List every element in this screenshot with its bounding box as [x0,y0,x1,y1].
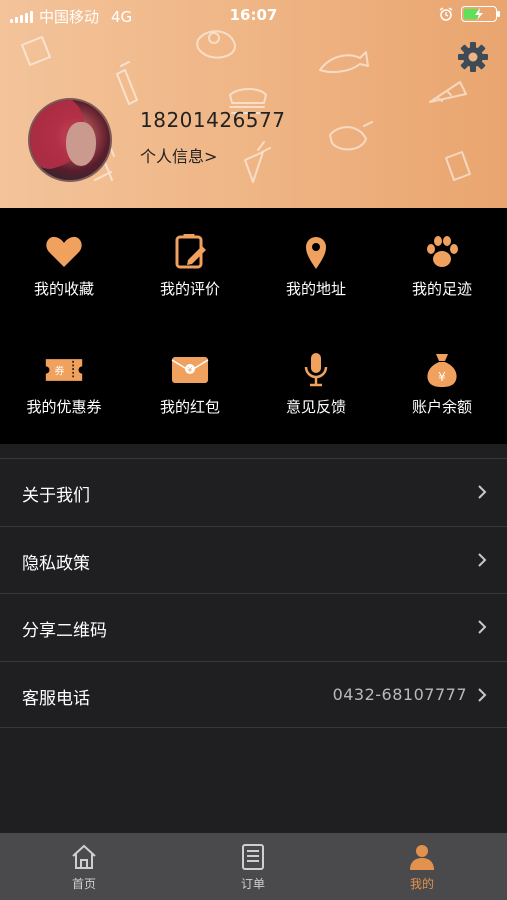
chevron-right-icon [478,485,487,499]
chevron-right-icon [478,687,487,702]
svg-text:¥: ¥ [188,366,193,374]
heart-icon [46,236,82,267]
coupon-icon: 券 [45,359,83,381]
settings-list: 关于我们 隐私政策 分享二维码 客服电话 0432-68107777 [0,458,507,728]
grid-item-feedback[interactable]: 意见反馈 [253,352,379,417]
avatar[interactable] [28,98,112,182]
chevron-right-icon [478,552,487,567]
tab-home[interactable]: 首页 [44,843,124,892]
tab-mine[interactable]: 我的 [382,843,462,892]
grid-label: 我的地址 [285,280,346,298]
location-pin-icon [306,237,326,269]
grid-label: 账户余额 [411,398,472,416]
svg-text:¥: ¥ [438,370,446,384]
grid-item-coupons[interactable]: 券 我的优惠券 [1,352,127,417]
profile-header: 中国移动 4G 16:07 18201426577 个人信息> [0,0,507,208]
grid-item-footprints[interactable]: 我的足迹 [379,234,505,299]
grid-label: 我的优惠券 [26,398,102,416]
chevron-right-icon [478,620,487,634]
bottom-tab-bar: 首页 订单 我的 [0,833,507,900]
money-bag-icon: ¥ [427,354,457,387]
home-icon [72,844,96,869]
list-item-label: 分享二维码 [22,621,107,641]
microphone-icon [304,353,328,387]
grid-item-balance[interactable]: ¥ 账户余额 [379,352,505,417]
gear-icon[interactable] [456,40,490,74]
order-list-icon [242,844,264,870]
service-phone-value: 0432-68107777 [332,684,467,704]
personal-info-link[interactable]: 个人信息> [140,143,217,167]
grid-item-favorites[interactable]: 我的收藏 [1,234,127,299]
list-item-label: 关于我们 [22,486,90,506]
battery-icon [461,6,500,22]
grid-label: 我的红包 [159,398,220,416]
list-item-label: 隐私政策 [22,553,90,574]
list-item-label: 客服电话 [22,688,90,709]
tab-label: 订单 [240,877,265,891]
grid-label: 我的评价 [159,280,220,298]
alarm-icon [439,7,453,21]
feature-grid: 我的收藏 我的评价 我的地址 我的足迹 券 我的优惠券 ¥ 我的红包 意见反馈 … [0,208,507,444]
list-item-share-qrcode[interactable]: 分享二维码 [0,593,507,661]
grid-label: 我的足迹 [411,280,472,298]
grid-label: 意见反馈 [285,398,346,416]
user-phone: 18201426577 [140,108,286,132]
list-item-customer-service[interactable]: 客服电话 0432-68107777 [0,660,507,728]
grid-label: 我的收藏 [33,280,94,298]
grid-item-address[interactable]: 我的地址 [253,234,379,299]
list-item-privacy[interactable]: 隐私政策 [0,525,507,594]
tab-label: 我的 [409,877,434,891]
grid-item-reviews[interactable]: 我的评价 [127,234,253,299]
red-envelope-icon: ¥ [171,357,209,383]
list-item-about[interactable]: 关于我们 [0,458,507,526]
paw-icon [427,236,458,267]
tab-label: 首页 [71,877,96,891]
coupon-badge: 券 [54,365,64,378]
user-icon [410,845,434,870]
tab-orders[interactable]: 订单 [213,843,293,892]
edit-note-icon [175,234,206,269]
status-bar: 中国移动 4G 16:07 [0,0,507,30]
status-time: 16:07 [229,6,278,24]
grid-item-red-envelope[interactable]: ¥ 我的红包 [127,352,253,417]
